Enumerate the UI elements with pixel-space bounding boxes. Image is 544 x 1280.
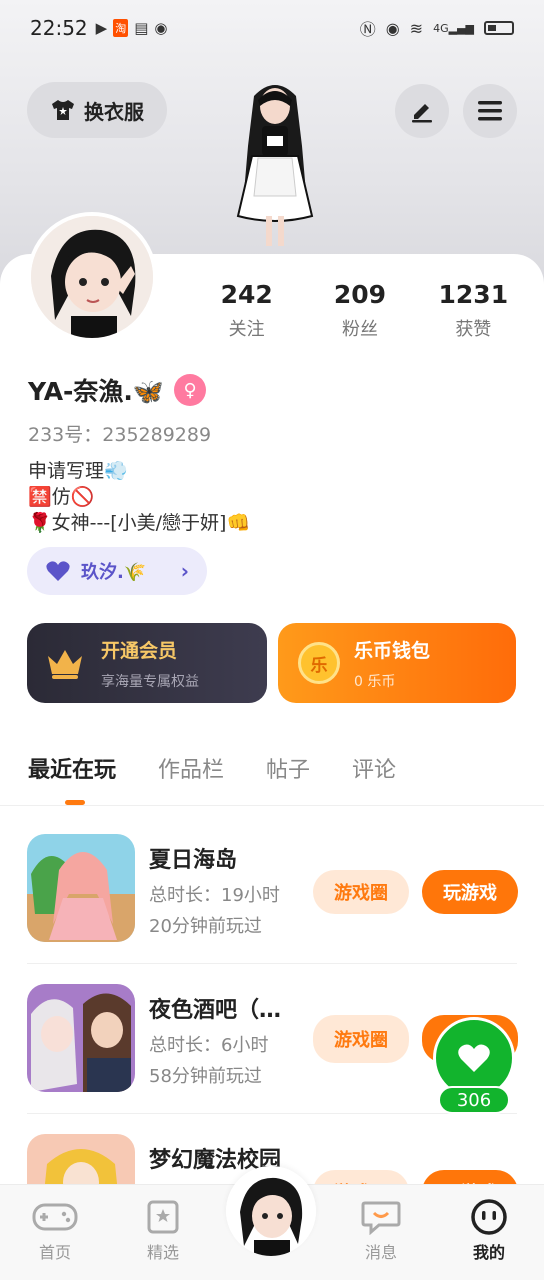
bio-line: 🈲仿🚫	[28, 486, 95, 508]
dress-up-label: 换衣服	[84, 99, 144, 124]
nfc-icon: Ⓝ	[359, 20, 376, 39]
video-icon: ▶	[95, 19, 108, 37]
stat-number: 242	[220, 280, 273, 309]
status-bar: 22:52 ▶ 淘 ▤ ◉ Ⓝ ◉ ≋ 4G▂▄▆	[0, 0, 544, 56]
status-time: 22:52	[30, 16, 88, 40]
stat-label: 获赞	[455, 319, 492, 340]
game-last-played: 58分钟前玩过	[149, 1066, 262, 1087]
message-icon	[361, 1201, 401, 1235]
avatar[interactable]	[27, 212, 157, 342]
divider	[27, 963, 517, 964]
character-figure[interactable]	[212, 76, 338, 256]
nav-home[interactable]: 首页	[15, 1199, 95, 1263]
profile-stats: 242 关注 209 粉丝 1231 获赞	[190, 280, 530, 341]
edit-profile-button[interactable]	[395, 84, 449, 138]
stat-label: 粉丝	[341, 319, 378, 340]
content-tabs: 最近在玩 作品栏 帖子 评论	[28, 752, 396, 784]
game-circle-button[interactable]: 游戏圈	[313, 1170, 409, 1184]
game-duration: 总时长：6小时	[149, 1035, 269, 1056]
heart-badge-icon	[46, 561, 70, 581]
signal-icon: 4G▂▄▆	[433, 21, 474, 35]
stat-number: 1231	[438, 280, 509, 309]
shirt-icon	[52, 100, 74, 120]
vip-card[interactable]: 开通会员 享海量专属权益	[27, 623, 267, 703]
game-meta: 总时长：19小时 20分钟前玩过	[149, 880, 280, 942]
stat-label: 关注	[228, 319, 265, 340]
gamepad-icon	[32, 1203, 78, 1231]
star-card-icon	[147, 1200, 179, 1234]
guild-name: 玖汐.🌾	[81, 562, 147, 583]
game-thumbnail[interactable]	[27, 834, 135, 942]
nav-label: 首页	[38, 1243, 71, 1262]
nav-label: 消息	[364, 1243, 397, 1262]
tab-posts[interactable]: 帖子	[266, 752, 310, 784]
battery-icon	[484, 21, 514, 35]
username-row: YA-奈漁.🦋 ♀	[28, 372, 207, 408]
stat-followers[interactable]: 209 粉丝	[303, 280, 416, 341]
stat-following[interactable]: 242 关注	[190, 280, 303, 341]
username: YA-奈漁.🦋	[28, 377, 165, 406]
game-cover-image	[27, 984, 135, 1092]
wallet-title: 乐币钱包	[354, 639, 431, 662]
coin-icon: 乐	[298, 642, 340, 684]
game-thumbnail[interactable]	[27, 984, 135, 1092]
menu-icon	[478, 101, 502, 121]
game-row[interactable]: 夏日海岛 总时长：19小时 20分钟前玩过 游戏圈 玩游戏	[27, 834, 518, 944]
wallet-card[interactable]: 乐 乐币钱包 0 乐币	[278, 623, 516, 703]
game-last-played: 20分钟前玩过	[149, 916, 262, 937]
divider	[27, 1113, 517, 1114]
play-game-button[interactable]: 玩游戏	[422, 1170, 517, 1184]
nav-featured[interactable]: 精选	[123, 1199, 203, 1263]
game-cover-image	[27, 834, 135, 942]
game-name: 夏日海岛	[149, 848, 238, 873]
wechat-icon: ◉	[154, 19, 168, 37]
nav-label: 精选	[146, 1243, 179, 1262]
tab-comments[interactable]: 评论	[352, 752, 396, 784]
dress-up-button[interactable]: 换衣服	[27, 82, 167, 138]
game-name: 夜色酒吧（…	[149, 998, 282, 1023]
vip-subtitle: 享海量专属权益	[101, 673, 199, 690]
user-id: 233号：235289289	[28, 424, 212, 446]
game-circle-button[interactable]: 游戏圈	[313, 1015, 409, 1063]
game-cover-image	[27, 1134, 135, 1184]
stat-number: 209	[333, 280, 387, 309]
game-meta: 总时长：6小时 58分钟前玩过	[149, 1030, 268, 1092]
divider	[0, 805, 544, 806]
bio-line: 申请写理💨	[28, 460, 128, 482]
nav-mine[interactable]: 我的	[449, 1199, 529, 1263]
notification-icons: ▶ 淘 ▤ ◉	[95, 19, 168, 37]
face-icon	[471, 1199, 507, 1235]
chevron-right-icon: ›	[180, 559, 189, 583]
game-duration: 总时长：19小时	[149, 885, 280, 906]
bio: 申请写理💨 🈲仿🚫 🌹女神---[小美/戀于妍]👊	[28, 458, 250, 536]
avatar-image	[31, 216, 153, 338]
game-thumbnail[interactable]	[27, 1134, 135, 1184]
doc-icon: ▤	[134, 19, 149, 37]
guild-pill[interactable]: 玖汐.🌾 ›	[27, 547, 207, 595]
like-count: 306	[438, 1086, 510, 1114]
wallet-balance: 0 乐币	[354, 673, 396, 690]
pencil-icon	[412, 104, 432, 123]
taobao-icon: 淘	[113, 19, 129, 37]
tab-recent-played[interactable]: 最近在玩	[28, 752, 116, 784]
nav-messages[interactable]: 消息	[341, 1199, 421, 1263]
female-gender-icon: ♀	[174, 374, 207, 406]
heart-icon	[458, 1044, 490, 1072]
network-type: 4G	[433, 21, 449, 35]
nav-avatar-button[interactable]	[226, 1166, 316, 1256]
crown-icon	[48, 650, 82, 679]
system-icons: Ⓝ ◉ ≋ 4G▂▄▆	[360, 16, 514, 40]
game-circle-button[interactable]: 游戏圈	[313, 870, 409, 914]
nav-label: 我的	[472, 1243, 505, 1262]
wifi-icon: ≋	[409, 18, 424, 38]
stat-likes[interactable]: 1231 获赞	[417, 280, 530, 341]
avatar-icon	[226, 1166, 316, 1256]
play-game-button[interactable]: 玩游戏	[422, 870, 518, 914]
eye-icon: ◉	[385, 18, 400, 38]
vip-title: 开通会员	[101, 639, 178, 662]
bio-line: 🌹女神---[小美/戀于妍]👊	[28, 512, 251, 534]
menu-button[interactable]	[463, 84, 517, 138]
tab-works[interactable]: 作品栏	[158, 752, 224, 784]
